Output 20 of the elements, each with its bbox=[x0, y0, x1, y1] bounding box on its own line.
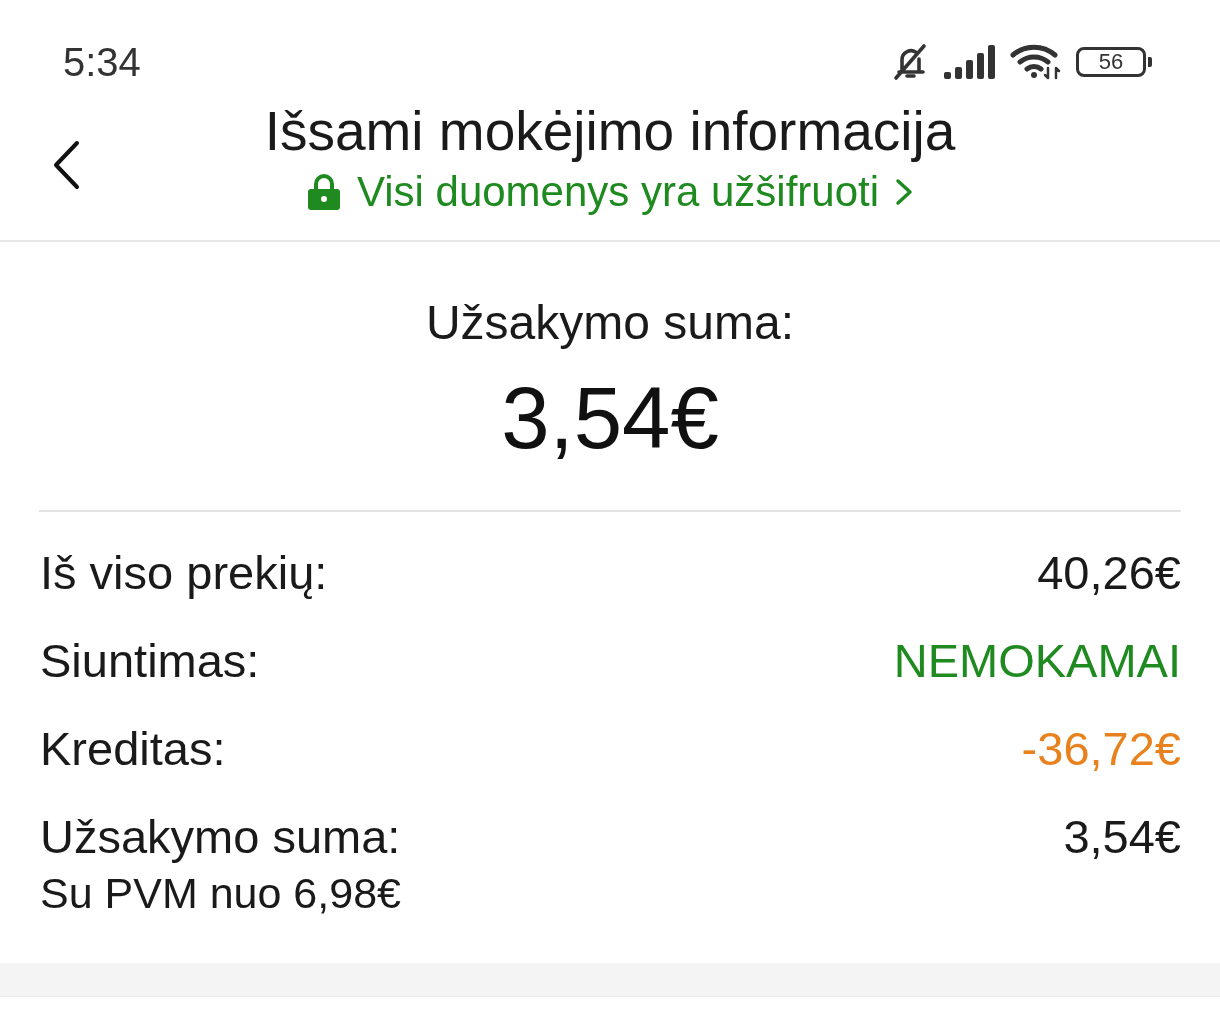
price-label: Iš viso prekių: bbox=[40, 545, 328, 601]
price-value: 3,54€ bbox=[1063, 809, 1181, 865]
battery-percentage: 56 bbox=[1098, 50, 1124, 74]
price-value: NEMOKAMAI bbox=[893, 633, 1181, 689]
padlock-icon bbox=[306, 174, 341, 210]
wifi-icon bbox=[1010, 44, 1062, 80]
chevron-left-icon bbox=[52, 140, 80, 190]
signal-strength-icon bbox=[944, 45, 996, 79]
price-value: -36,72€ bbox=[1021, 721, 1181, 777]
order-total-label: Užsakymo suma: bbox=[425, 295, 795, 351]
clock-time: 5:34 bbox=[63, 39, 141, 86]
encryption-info-link[interactable]: Visi duomenys yra užšifruoti bbox=[306, 168, 914, 216]
chevron-right-icon bbox=[895, 178, 914, 206]
price-label: Kreditas: bbox=[40, 721, 226, 777]
tax-note: Su PVM nuo 6,98€ bbox=[40, 868, 401, 918]
price-value: 40,26€ bbox=[1037, 545, 1181, 601]
order-total-amount: 3,54€ bbox=[501, 370, 719, 466]
price-label: Užsakymo suma: bbox=[40, 809, 401, 865]
page-title: Išsami mokėjimo informacija bbox=[264, 101, 956, 161]
price-label: Siuntimas: bbox=[40, 633, 260, 689]
